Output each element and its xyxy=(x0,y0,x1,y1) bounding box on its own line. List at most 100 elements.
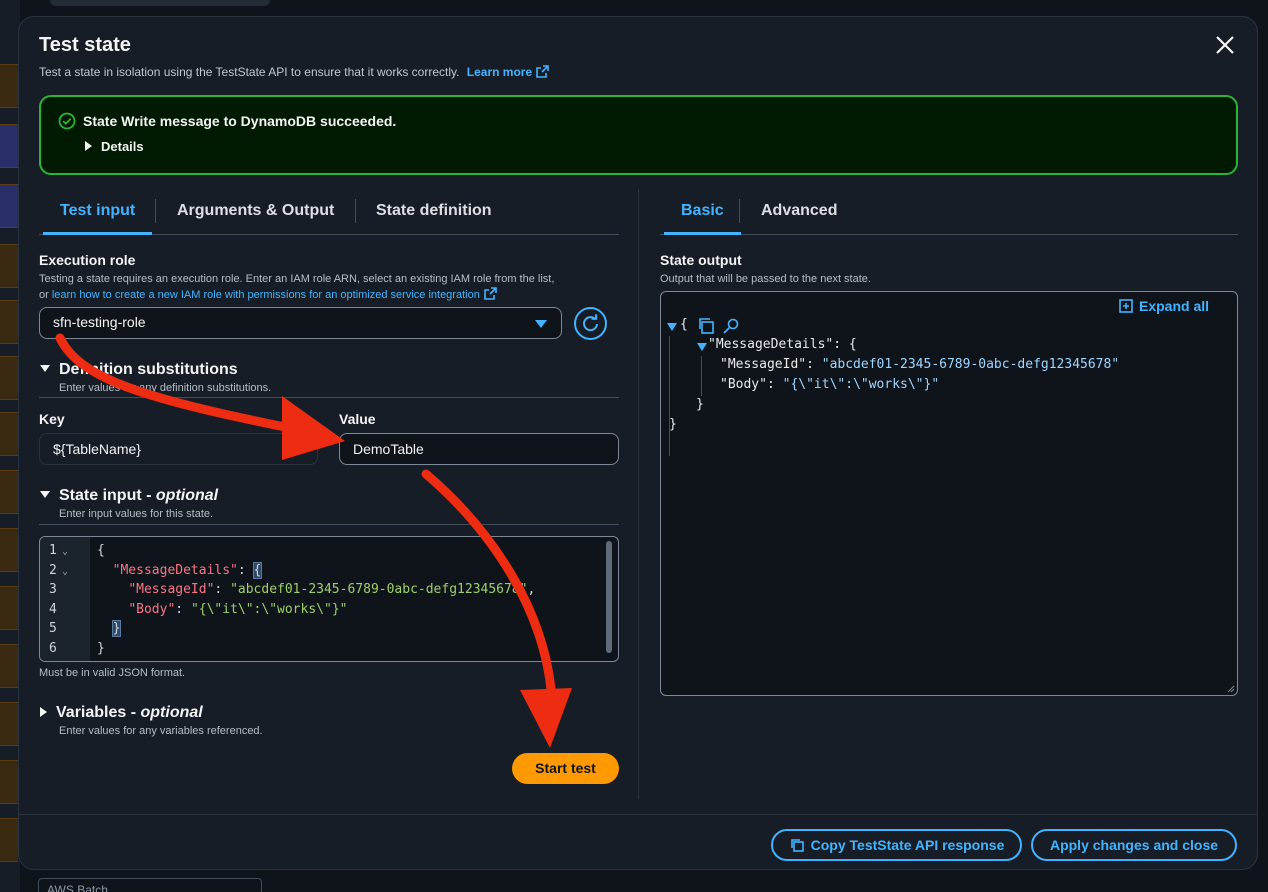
fold-icon[interactable]: ⌄ xyxy=(62,566,68,577)
external-link-icon xyxy=(536,65,549,78)
line-number: 3 xyxy=(49,582,57,597)
alert-details-label: Details xyxy=(101,139,144,154)
line-number: 1 xyxy=(49,543,57,558)
state-input-editor[interactable]: 1 ⌄ 2 ⌄ 3 4 5 6 { "MessageDetails": { "Mes… xyxy=(39,536,619,662)
variables-description: Enter values for any variables reference… xyxy=(59,725,263,737)
tab-basic[interactable]: Basic xyxy=(664,187,741,235)
json-token: : xyxy=(806,357,822,372)
output-line-body: "Body": "{\"it\":\"works\"}" xyxy=(720,377,939,392)
background-tile xyxy=(0,818,18,862)
json-key: "MessageId" xyxy=(720,357,807,372)
modal-description: Test a state in isolation using the Test… xyxy=(39,65,549,79)
caret-right-icon xyxy=(40,707,47,717)
output-inner-close: } xyxy=(696,397,704,412)
line-number: 4 xyxy=(49,602,57,617)
caret-down-icon xyxy=(40,365,50,372)
state-output-description: Output that will be passed to the next s… xyxy=(660,273,871,285)
execution-role-desc-1: Testing a state requires an execution ro… xyxy=(39,273,555,285)
code-line: { xyxy=(97,543,105,558)
execution-role-label: Execution role xyxy=(39,252,136,268)
copy-teststate-response-button[interactable]: Copy TestState API response xyxy=(771,829,1022,861)
left-tab-bar: Test input Arguments & Output State defi… xyxy=(39,187,619,235)
background-tile xyxy=(0,470,18,514)
tab-state-definition[interactable]: State definition xyxy=(376,187,492,235)
refresh-roles-button[interactable] xyxy=(574,307,607,340)
background-tile xyxy=(0,244,18,288)
json-string: "abcdef01-2345-6789-0abc-defg12345678" xyxy=(821,357,1120,372)
code-line: "Body": "{\"it\":\"works\"}" xyxy=(97,602,347,617)
value-label: Value xyxy=(339,411,376,427)
caret-down-icon xyxy=(535,320,547,328)
background-tile xyxy=(0,124,18,168)
line-number: 2 xyxy=(49,563,57,578)
code-token: : xyxy=(214,582,231,597)
code-string: "{\"it\":\"works\"}" xyxy=(190,602,348,617)
state-input-optional: optional xyxy=(155,487,219,504)
refresh-icon xyxy=(583,314,598,332)
execution-role-select[interactable]: sfn-testing-role xyxy=(39,307,562,339)
background-tile xyxy=(0,184,18,228)
close-button[interactable] xyxy=(1213,33,1237,57)
learn-more-label: Learn more xyxy=(466,65,533,79)
divider xyxy=(39,397,619,398)
alert-details-toggle[interactable]: Details xyxy=(85,139,144,154)
substitution-value-field[interactable]: DemoTable xyxy=(339,433,619,465)
tab-test-input[interactable]: Test input xyxy=(43,187,153,235)
key-label: Key xyxy=(39,411,65,427)
state-input-title: State input - xyxy=(59,487,156,504)
caret-down-icon xyxy=(40,491,50,498)
variables-toggle[interactable]: Variables - optional xyxy=(40,704,203,722)
copy-icon xyxy=(790,839,804,852)
editor-scrollbar[interactable] xyxy=(606,541,612,653)
learn-more-link[interactable]: Learn more xyxy=(467,65,549,79)
panel-divider xyxy=(638,189,639,799)
copy-icon[interactable] xyxy=(697,317,715,335)
background-tile xyxy=(0,702,18,746)
iam-role-help-link[interactable]: learn how to create a new IAM role with … xyxy=(51,287,497,301)
indent-guide xyxy=(701,356,702,396)
tab-arguments-output[interactable]: Arguments & Output xyxy=(177,187,334,235)
expand-all-label: Expand all xyxy=(1139,298,1210,314)
start-test-button[interactable]: Start test xyxy=(512,753,619,784)
background-tile xyxy=(0,356,18,400)
json-key: "MessageDetails" xyxy=(708,337,834,352)
editor-gutter: 1 ⌄ 2 ⌄ 3 4 5 6 xyxy=(40,537,90,661)
expand-all-button[interactable]: Expand all xyxy=(1119,298,1209,314)
definition-substitutions-toggle[interactable]: Definition substitutions xyxy=(40,361,238,379)
background-tile xyxy=(0,412,18,456)
code-token: } xyxy=(97,641,105,656)
success-alert: State Write message to DynamoDB succeede… xyxy=(39,95,1238,175)
code-line: } xyxy=(97,620,122,637)
tab-separator xyxy=(739,199,740,223)
fold-icon[interactable]: ⌄ xyxy=(62,546,68,557)
resize-handle-icon[interactable] xyxy=(1227,685,1235,693)
iam-role-help-label: learn how to create a new IAM role with … xyxy=(51,289,480,301)
divider xyxy=(39,524,619,525)
background-tile xyxy=(0,586,18,630)
close-icon xyxy=(1216,36,1234,54)
background-panel-edge xyxy=(50,0,270,6)
state-input-description: Enter input values for this state. xyxy=(59,508,214,520)
modal-description-text: Test a state in isolation using the Test… xyxy=(39,65,460,79)
test-state-modal: Test state Test a state in isolation usi… xyxy=(18,16,1258,870)
tab-advanced[interactable]: Advanced xyxy=(761,187,837,235)
collapse-root-toggle[interactable] xyxy=(667,323,677,331)
variables-title: Variables - xyxy=(56,704,141,721)
inspect-icon[interactable] xyxy=(722,317,740,335)
state-input-hint: Must be in valid JSON format. xyxy=(39,667,186,679)
output-line-message-id: "MessageId": "abcdef01-2345-6789-0abc-de… xyxy=(720,357,1119,372)
json-token: : { xyxy=(833,337,857,352)
line-number: 6 xyxy=(49,641,57,656)
definition-substitutions-title: Definition substitutions xyxy=(59,361,238,378)
code-key: "MessageDetails" xyxy=(112,563,238,578)
code-key: "Body" xyxy=(128,602,176,617)
state-input-toggle[interactable]: State input - optional xyxy=(40,487,218,505)
code-token: , xyxy=(527,582,536,597)
indent-guide xyxy=(669,336,670,456)
output-open-brace: { xyxy=(680,317,688,332)
code-key: "MessageId" xyxy=(128,582,215,597)
collapse-message-details-toggle[interactable] xyxy=(697,343,707,351)
background-tile xyxy=(0,528,18,572)
apply-changes-close-button[interactable]: Apply changes and close xyxy=(1031,829,1237,861)
code-token: { xyxy=(252,562,263,579)
